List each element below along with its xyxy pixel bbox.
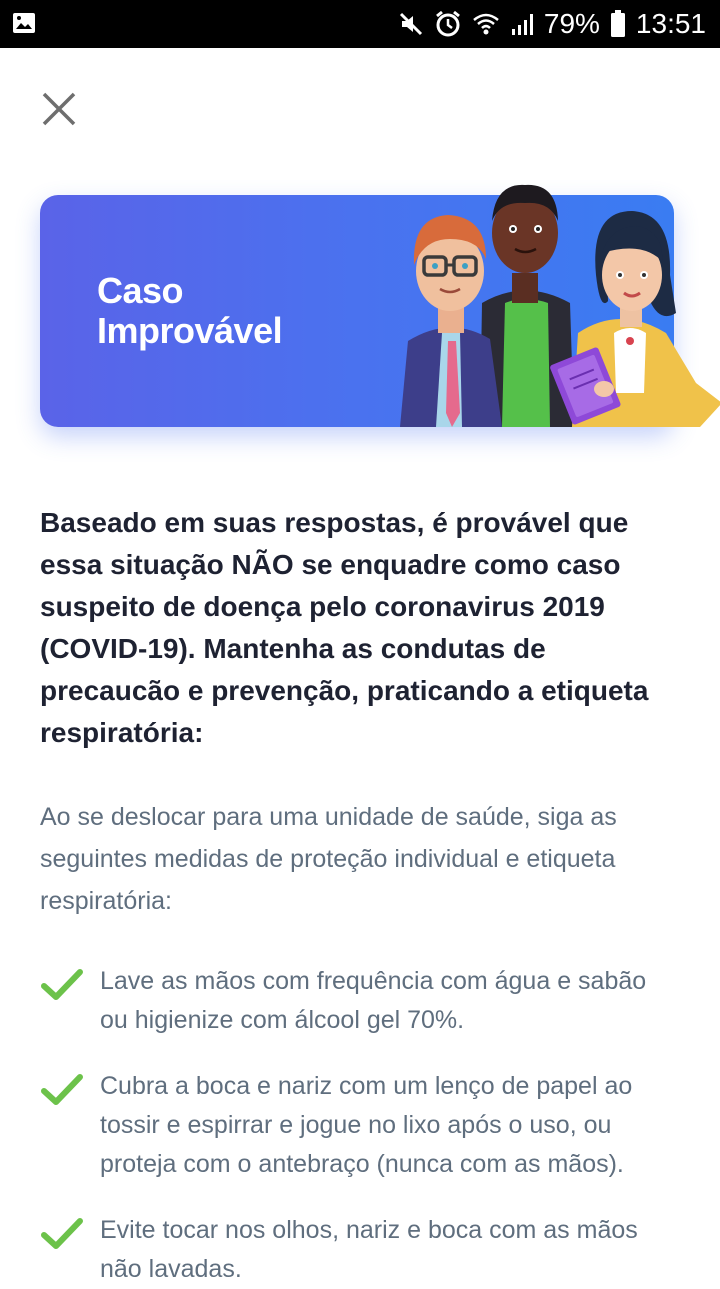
result-banner: Caso Improvável — [40, 184, 720, 427]
result-description: Baseado em suas respostas, é provável qu… — [40, 507, 649, 748]
list-item: Evite tocar nos olhos, nariz e boca com … — [40, 1211, 680, 1289]
close-button[interactable] — [38, 88, 80, 130]
signal-icon — [511, 14, 533, 35]
battery-percentage: 79% — [543, 8, 600, 39]
wifi-icon — [473, 13, 499, 35]
gallery-icon — [13, 13, 35, 33]
person-right — [550, 211, 720, 427]
check-icon — [41, 1074, 83, 1105]
list-item-text: Evite tocar nos olhos, nariz e boca com … — [100, 1216, 638, 1283]
alarm-icon — [435, 10, 460, 37]
list-item: Cubra a boca e nariz com um lenço de pap… — [40, 1067, 680, 1184]
instructions-intro: Ao se deslocar para uma unidade de saúde… — [40, 803, 617, 915]
banner-title: Caso Improvável — [97, 270, 283, 351]
precaution-list: Lave as mãos com frequência com água e s… — [40, 962, 680, 1289]
people-illustration — [400, 184, 720, 427]
check-icon — [41, 969, 83, 1000]
clock: 13:51 — [635, 8, 706, 39]
list-item: Lave as mãos com frequência com água e s… — [40, 962, 680, 1040]
battery-icon — [610, 10, 625, 37]
close-icon — [42, 92, 76, 126]
list-item-text: Cubra a boca e nariz com um lenço de pap… — [100, 1072, 633, 1178]
list-item-text: Lave as mãos com frequência com água e s… — [100, 967, 647, 1034]
status-bar: 79% 13:51 — [0, 0, 720, 48]
mute-icon — [399, 12, 422, 36]
check-icon — [41, 1218, 83, 1249]
